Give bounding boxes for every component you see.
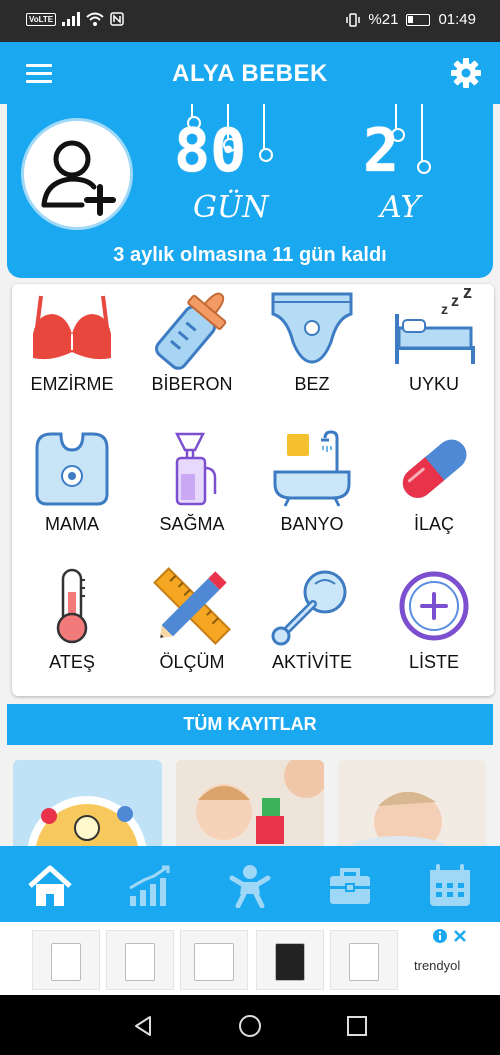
hanging-ornament (259, 104, 273, 162)
status-bar: VoLTE %21 01:49 (0, 0, 500, 42)
bed-sleep-icon: z z z (395, 288, 475, 364)
bottom-navigation (0, 846, 500, 922)
recents-icon[interactable] (346, 1015, 368, 1037)
action-biberon[interactable]: BİBERON (132, 284, 252, 422)
action-mama[interactable]: MAMA (12, 424, 132, 562)
baby-icon[interactable] (226, 864, 274, 908)
battery-percent: %21 (368, 11, 399, 28)
svg-text:z: z (441, 301, 448, 317)
action-label: BEZ (294, 374, 330, 394)
article-card[interactable] (176, 760, 324, 856)
bathtub-icon (273, 430, 351, 507)
age-days-unit: GÜN (193, 190, 269, 225)
actions-grid: EMZİRME BİBERON BEZ z z z UYKU MAMA SAĞM… (12, 284, 494, 696)
baby-bottle-icon (155, 292, 227, 370)
action-ilac[interactable]: İLAÇ (374, 424, 494, 562)
baby-playing-photo (176, 760, 324, 856)
bra-icon (33, 295, 111, 360)
all-records-button[interactable]: TÜM KAYITLAR (7, 704, 493, 745)
hanging-ornament (417, 104, 431, 174)
ad-info-icon[interactable] (432, 928, 448, 944)
plus-circle-icon (399, 571, 469, 641)
bib-icon (35, 432, 109, 506)
vibrate-icon (346, 12, 361, 27)
action-olcum[interactable]: ÖLÇÜM (132, 562, 252, 700)
action-label: SAĞMA (159, 514, 225, 534)
ad-product-image (256, 930, 324, 990)
calendar-icon[interactable] (426, 864, 474, 908)
ad-product-image (180, 930, 248, 990)
ruler-pencil-icon (153, 567, 231, 645)
article-card[interactable] (338, 760, 486, 856)
back-icon[interactable] (132, 1015, 154, 1037)
wifi-icon (86, 12, 104, 26)
ad-product-image (330, 930, 398, 990)
article-card[interactable] (13, 760, 162, 856)
action-ates[interactable]: ATEŞ (12, 562, 132, 700)
action-liste[interactable]: LİSTE (374, 562, 494, 700)
age-months-value: 2 (363, 116, 400, 186)
ad-product-image (106, 930, 174, 990)
system-navigation-bar (0, 995, 500, 1055)
nfc-icon (110, 12, 124, 26)
add-user-icon (41, 140, 116, 216)
action-aktivite[interactable]: AKTİVİTE (252, 562, 372, 700)
lightbulb-toys-illustration (27, 796, 147, 856)
action-label: EMZİRME (30, 374, 114, 394)
age-months-unit: AY (380, 190, 421, 225)
diaper-icon (271, 292, 353, 364)
action-label: LİSTE (408, 652, 460, 672)
baby-sleeping-photo (338, 760, 486, 856)
briefcase-icon[interactable] (326, 864, 374, 908)
action-label: İLAÇ (413, 514, 455, 534)
baby-avatar[interactable] (21, 118, 133, 230)
signal-icon (62, 12, 81, 26)
action-label: ÖLÇÜM (159, 652, 225, 672)
home-icon[interactable] (26, 864, 74, 908)
age-days-value: 80 (174, 116, 247, 186)
svg-text:z: z (463, 288, 472, 302)
action-label: BANYO (280, 514, 344, 534)
thermometer-icon (56, 568, 88, 644)
baby-age-header: 80 GÜN 2 AY 3 aylık olmasına 11 gün kald… (7, 104, 493, 278)
pill-capsule-icon (402, 439, 467, 498)
home-button-icon[interactable] (238, 1014, 262, 1038)
app-bar: ALYA BEBEK (0, 42, 500, 104)
action-label: ATEŞ (49, 652, 95, 672)
volte-indicator: VoLTE (26, 12, 57, 26)
app-title: ALYA BEBEK (172, 60, 328, 87)
breast-pump-icon (174, 432, 217, 506)
growth-chart-icon[interactable] (126, 864, 174, 908)
svg-text:z: z (451, 293, 459, 310)
action-label: AKTİVİTE (271, 652, 352, 672)
clock: 01:49 (438, 11, 476, 28)
ad-close-icon[interactable] (452, 928, 468, 944)
ad-banner[interactable]: trendyol (0, 922, 500, 995)
action-sagma[interactable]: SAĞMA (132, 424, 252, 562)
action-label: BİBERON (151, 374, 233, 394)
battery-icon (406, 13, 431, 26)
gear-icon[interactable] (450, 57, 482, 89)
age-countdown: 3 aylık olmasına 11 gün kaldı (113, 244, 387, 266)
action-label: UYKU (408, 374, 459, 394)
action-bez[interactable]: BEZ (252, 284, 372, 422)
ad-brand: trendyol (414, 958, 461, 973)
action-banyo[interactable]: BANYO (252, 424, 372, 562)
rattle-icon (271, 570, 347, 646)
action-uyku[interactable]: z z z UYKU (374, 284, 494, 422)
action-emzirme[interactable]: EMZİRME (12, 284, 132, 422)
action-label: MAMA (45, 514, 99, 534)
ad-product-image (32, 930, 100, 990)
